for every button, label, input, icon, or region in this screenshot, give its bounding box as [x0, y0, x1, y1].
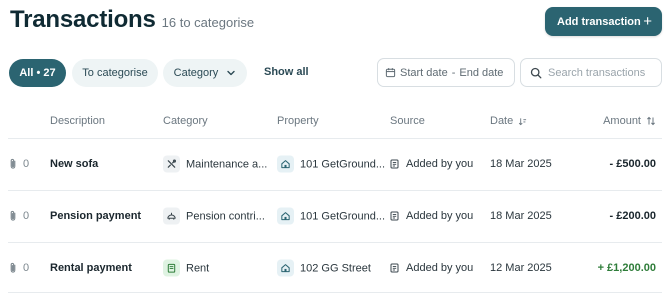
source-cell: Added by you [390, 262, 473, 274]
filter-to-categorise-chip[interactable]: To categorise [72, 59, 158, 87]
transaction-description: Pension payment [50, 210, 142, 222]
column-source: Source [390, 115, 425, 127]
document-icon [390, 211, 399, 221]
category-cell[interactable]: Pension contri... [163, 207, 265, 225]
date-range-picker[interactable]: Start date - End date [377, 58, 515, 87]
category-cell[interactable]: Maintenance a... [163, 155, 268, 173]
source-cell: Added by you [390, 158, 473, 170]
property-label: 101 GetGround... [300, 158, 385, 170]
start-date-field[interactable]: Start date [400, 67, 448, 79]
column-description: Description [50, 115, 106, 127]
column-category: Category [163, 115, 208, 127]
page-title: Transactions [10, 6, 156, 33]
table-row[interactable]: 0 Pension payment Pension contri... 101 … [0, 191, 670, 241]
paperclip-icon [9, 210, 17, 222]
category-label: Maintenance a... [186, 158, 268, 170]
transaction-description: New sofa [50, 158, 99, 170]
source-cell: Added by you [390, 210, 473, 222]
rent-icon [163, 259, 180, 277]
source-label: Added by you [406, 262, 474, 274]
chevron-down-icon [226, 68, 236, 78]
row-divider [8, 292, 662, 293]
document-icon [390, 263, 399, 273]
table-header: Description Category Property Source Dat… [0, 112, 670, 132]
table-row[interactable]: 0 New sofa Maintenance a... 101 GetGroun… [0, 139, 670, 189]
date-separator: - [451, 66, 456, 79]
search-input[interactable] [548, 66, 658, 79]
property-label: 101 GetGround... [300, 210, 385, 222]
category-dropdown-label: Category [173, 67, 219, 79]
transaction-description: Rental payment [50, 262, 132, 274]
page-header: Transactions 16 to categorise [10, 6, 254, 34]
home-icon [277, 207, 294, 225]
search-icon [530, 67, 542, 79]
sort-descending-icon [518, 117, 527, 126]
home-icon [277, 259, 294, 277]
end-date-field[interactable]: End date [459, 67, 503, 79]
category-cell[interactable]: Rent [163, 259, 210, 277]
property-cell[interactable]: 101 GetGround... [277, 207, 385, 225]
transaction-date: 12 Mar 2025 [490, 262, 552, 274]
attachment-count: 0 [23, 210, 30, 222]
category-label: Pension contri... [186, 210, 265, 222]
column-amount-label: Amount [603, 115, 641, 127]
transaction-amount: + £1,200.00 [597, 262, 656, 274]
table-row[interactable]: 0 Rental payment Rent 102 GG Street Adde… [0, 243, 670, 293]
paperclip-icon [9, 158, 17, 170]
sort-toggle-icon [646, 116, 656, 126]
attachment-cell[interactable]: 0 [9, 262, 29, 274]
source-label: Added by you [406, 158, 474, 170]
category-dropdown[interactable]: Category [163, 59, 247, 87]
filter-all-chip[interactable]: All • 27 [9, 59, 66, 87]
transaction-amount: - £200.00 [609, 210, 656, 222]
calendar-icon [385, 67, 396, 78]
property-cell[interactable]: 101 GetGround... [277, 155, 385, 173]
add-transaction-label: Add transaction [557, 15, 641, 28]
transaction-date: 18 Mar 2025 [490, 158, 552, 170]
attachment-cell[interactable]: 0 [9, 210, 29, 222]
tools-icon [163, 155, 180, 173]
piggy-bank-icon [163, 207, 180, 225]
source-label: Added by you [406, 210, 474, 222]
attachment-cell[interactable]: 0 [9, 158, 29, 170]
show-all-link[interactable]: Show all [264, 66, 309, 78]
add-transaction-button[interactable]: Add transaction + [545, 7, 662, 36]
property-label: 102 GG Street [300, 262, 371, 274]
attachment-count: 0 [23, 158, 30, 170]
column-date-sort[interactable]: Date [490, 115, 527, 127]
uncategorised-count: 16 to categorise [161, 15, 255, 30]
column-date-label: Date [490, 115, 514, 127]
document-icon [390, 159, 399, 169]
home-icon [277, 155, 294, 173]
category-label: Rent [186, 262, 210, 274]
search-box[interactable] [520, 58, 662, 87]
property-cell[interactable]: 102 GG Street [277, 259, 371, 277]
paperclip-icon [9, 262, 17, 274]
transaction-date: 18 Mar 2025 [490, 210, 552, 222]
transaction-amount: - £500.00 [609, 158, 656, 170]
column-amount-sort[interactable]: Amount [603, 115, 656, 127]
column-property: Property [277, 115, 319, 127]
attachment-count: 0 [23, 262, 30, 274]
plus-icon: + [643, 13, 652, 30]
